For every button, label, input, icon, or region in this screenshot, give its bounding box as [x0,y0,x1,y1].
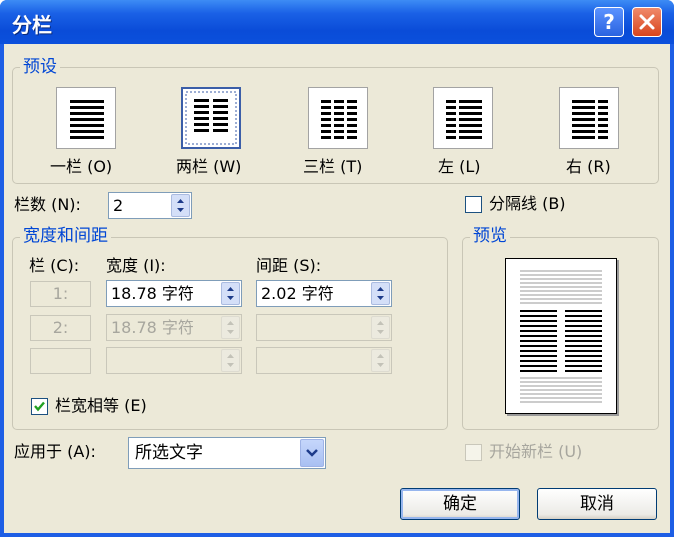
width-header: 宽度 (I): [106,256,166,275]
column-number-1: 1: [30,281,91,307]
checkmark-icon [34,401,45,412]
col-header: 栏 (C): [29,256,80,275]
close-icon [639,14,655,30]
equal-width-checkbox[interactable] [31,398,48,415]
column-3-width-spinner [221,349,240,372]
start-new-column-checkbox [465,444,482,461]
preview-page-graphic [520,270,602,403]
spacing-header: 间距 (S): [256,256,322,275]
columns-count-label: 栏数 (N): [14,195,81,214]
column-1-spacing-value: 2.02 字符 [261,284,334,303]
columns-count-input[interactable]: 2 [108,192,192,219]
help-button[interactable]: ? [594,7,624,37]
column-number-3 [30,348,91,374]
column-2-width-value: 18.78 字符 [111,318,194,337]
preset-three-columns-label: 三栏 (T) [303,157,363,176]
column-2-spacing-spinner [371,316,390,339]
column-2-width-input: 18.78 字符 [106,314,242,341]
spin-arrows-icon [377,287,384,300]
column-number-2: 2: [30,315,91,341]
left-column-icon [446,100,482,139]
columns-count-value: 2 [113,196,124,215]
spin-arrows-icon [227,354,234,367]
right-column-icon [572,100,608,139]
column-3-spacing-input [256,347,392,374]
column-2-spacing-input [256,314,392,341]
start-new-column-label: 开始新栏 (U) [489,442,583,461]
line-between-checkbox[interactable] [465,196,482,213]
preview-page [505,258,617,414]
preview-label: 预览 [470,226,510,246]
dialog-client: 预设 一栏 (O) 两栏 (W) 三栏 (T) 左 (L) 右 (R) 栏数 (… [4,44,670,533]
column-1-spacing-input[interactable]: 2.02 字符 [256,280,392,307]
title-bar[interactable]: 分栏 ? [0,0,674,44]
dialog-window: 分栏 ? 预设 一栏 (O) 两栏 (W) 三栏 (T) 左 (L) 右 (R)… [0,0,674,537]
spin-arrows-icon [227,321,234,334]
apply-to-select[interactable]: 所选文字 [128,437,326,469]
equal-width-label: 栏宽相等 (E) [55,396,147,415]
column-1-width-spinner[interactable] [221,282,240,305]
window-title: 分栏 [12,13,52,37]
ok-button[interactable]: 确定 [400,488,520,520]
apply-to-value: 所选文字 [135,443,203,463]
spin-arrows-icon [377,354,384,367]
column-2-width-spinner [221,316,240,339]
close-button[interactable] [632,7,662,37]
preset-left-label: 左 (L) [438,157,481,176]
preset-two-columns-label: 两栏 (W) [176,157,242,176]
help-icon: ? [603,10,615,34]
column-1-width-value: 18.78 字符 [111,284,194,303]
apply-to-label: 应用于 (A): [14,442,96,461]
preset-two-columns[interactable] [181,87,241,149]
cancel-button[interactable]: 取消 [537,488,657,520]
two-columns-icon [185,91,237,145]
preset-one-column-label: 一栏 (O) [50,157,113,176]
svg-text:?: ? [603,10,615,34]
dropdown-button[interactable] [300,439,324,467]
one-column-icon [70,100,104,139]
three-columns-icon [321,100,357,139]
spin-arrows-icon [177,199,184,212]
columns-count-spinner[interactable] [171,194,190,217]
preset-one-column[interactable] [56,87,116,149]
column-3-width-input [106,347,242,374]
line-between-label: 分隔线 (B) [489,194,566,213]
width-spacing-label: 宽度和间距 [20,226,111,246]
preset-right[interactable] [559,87,619,149]
preset-left[interactable] [433,87,493,149]
column-1-width-input[interactable]: 18.78 字符 [106,280,242,307]
spin-arrows-icon [227,287,234,300]
preset-right-label: 右 (R) [566,157,611,176]
chevron-down-icon [306,449,318,457]
presets-label: 预设 [20,57,60,77]
column-1-spacing-spinner[interactable] [371,282,390,305]
spin-arrows-icon [377,321,384,334]
column-3-spacing-spinner [371,349,390,372]
preset-three-columns[interactable] [308,87,368,149]
